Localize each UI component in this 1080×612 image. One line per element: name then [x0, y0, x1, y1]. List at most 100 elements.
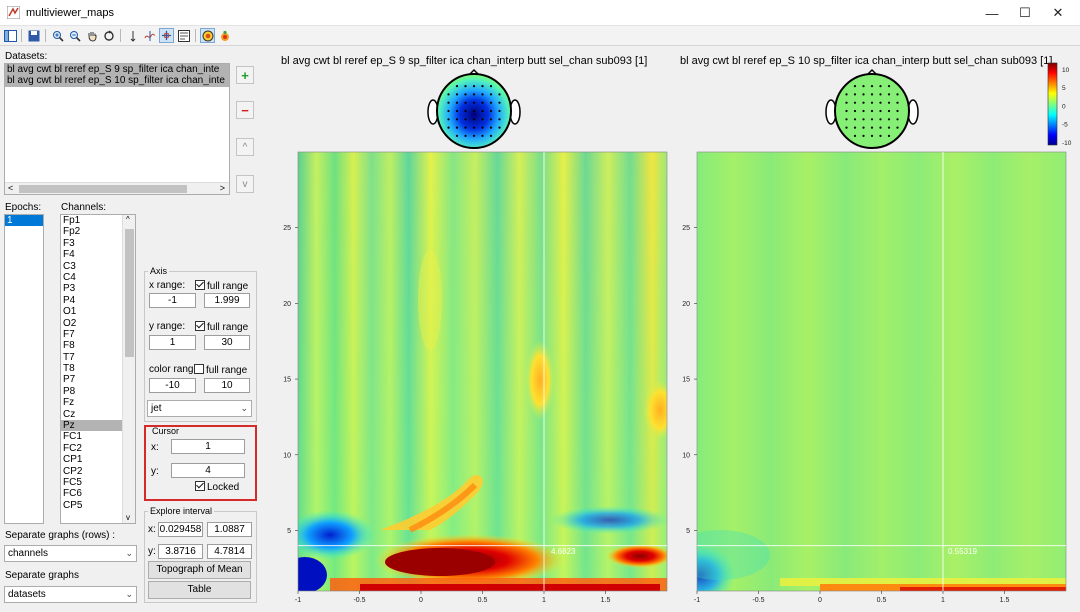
channel-item[interactable]: T8 — [61, 363, 122, 374]
rotate-icon[interactable] — [101, 28, 116, 43]
scroll-right-icon[interactable]: > — [220, 183, 225, 193]
data-cursor-icon[interactable] — [142, 28, 157, 43]
link-axes-icon[interactable] — [159, 28, 174, 43]
cursor-x-field[interactable]: 1 — [171, 439, 245, 454]
topograph-of-mean-button[interactable]: Topograph of Mean — [148, 561, 251, 579]
channel-item[interactable]: Fp2 — [61, 226, 122, 237]
save-icon[interactable] — [26, 28, 41, 43]
explore-y2-field[interactable]: 4.7814 — [207, 544, 252, 559]
x-tick-label: 1 — [542, 597, 546, 604]
y-tick-label: 25 — [682, 225, 690, 232]
color-max-field[interactable]: 10 — [204, 378, 250, 393]
color-min-field[interactable]: -10 — [149, 378, 196, 393]
x-min-field[interactable]: -1 — [149, 293, 196, 308]
zoom-out-icon[interactable] — [67, 28, 82, 43]
maximize-button[interactable]: ☐ — [1008, 0, 1042, 26]
chevron-down-icon[interactable]: ⌄ — [125, 546, 133, 561]
channel-item[interactable]: P7 — [61, 374, 122, 385]
electrode-dot — [879, 85, 882, 88]
remove-dataset-button[interactable]: − — [236, 101, 254, 119]
electrode-dot — [896, 93, 899, 96]
move-up-button[interactable]: ^ — [236, 138, 254, 156]
scroll-thumb[interactable] — [19, 185, 187, 193]
y-min-field[interactable]: 1 — [149, 335, 196, 350]
channel-item[interactable]: CP5 — [61, 500, 122, 511]
channel-item[interactable]: O1 — [61, 306, 122, 317]
channel-item[interactable]: FC6 — [61, 488, 122, 499]
electrode-dot — [447, 93, 450, 96]
add-dataset-button[interactable]: + — [236, 66, 254, 84]
legend-icon[interactable] — [176, 28, 191, 43]
channel-item[interactable]: P8 — [61, 386, 122, 397]
x-full-range-checkbox[interactable]: full range — [195, 280, 248, 292]
color-topo-icon[interactable] — [217, 28, 232, 43]
datasets-hscrollbar[interactable]: < > — [5, 182, 229, 194]
color-full-range-checkbox[interactable]: full range — [194, 364, 247, 376]
x-max-field[interactable]: 1.999 — [204, 293, 250, 308]
cursor-y-label: y: — [151, 466, 159, 477]
chevron-down-icon[interactable]: ⌄ — [125, 587, 133, 602]
y-full-range-checkbox[interactable]: full range — [195, 321, 248, 333]
chevron-down-icon[interactable]: ⌄ — [240, 401, 248, 416]
explore-x2-field[interactable]: 1.0887 — [207, 522, 252, 537]
channel-item[interactable]: F4 — [61, 249, 122, 260]
colormap-select[interactable]: jet ⌄ — [147, 400, 252, 417]
move-down-button[interactable]: v — [236, 175, 254, 193]
electrode-dot — [862, 134, 865, 137]
channel-item[interactable]: F8 — [61, 340, 122, 351]
cols-select[interactable]: datasets ⌄ — [4, 586, 137, 603]
channel-item[interactable]: Fz — [61, 397, 122, 408]
channel-item[interactable]: FC5 — [61, 477, 122, 488]
colorbar — [1047, 62, 1058, 146]
electrode-dot — [481, 134, 484, 137]
epoch-item[interactable]: 1 — [5, 215, 43, 227]
channel-item[interactable]: P3 — [61, 283, 122, 294]
scroll-down-icon[interactable]: v — [126, 513, 130, 522]
channel-item[interactable]: F7 — [61, 329, 122, 340]
cursor-y-field[interactable]: 4 — [171, 463, 245, 478]
close-button[interactable]: ✕ — [1041, 0, 1075, 26]
channel-item[interactable]: C4 — [61, 272, 122, 283]
zoom-in-icon[interactable] — [50, 28, 65, 43]
dataset-item[interactable]: bl avg cwt bl reref ep_S 9 sp_filter ica… — [5, 64, 229, 76]
table-button[interactable]: Table — [148, 581, 251, 599]
explore-x1-field[interactable]: 0.029458 — [158, 522, 203, 537]
epochs-list[interactable]: 1 — [4, 214, 44, 524]
electrode-dot — [447, 126, 450, 129]
channel-item[interactable]: F3 — [61, 238, 122, 249]
channel-item[interactable]: FC1 — [61, 431, 122, 442]
explore-y1-field[interactable]: 3.8716 — [158, 544, 203, 559]
channel-item[interactable]: O2 — [61, 318, 122, 329]
cursor-group-title: Cursor — [152, 426, 180, 436]
channel-item[interactable]: P4 — [61, 295, 122, 306]
channel-item[interactable]: FC2 — [61, 443, 122, 454]
channel-item[interactable]: Fp1 — [61, 215, 122, 226]
cursor-locked-checkbox[interactable]: Locked — [195, 481, 239, 493]
electrode-dot — [870, 109, 874, 113]
channel-item[interactable]: T7 — [61, 352, 122, 363]
channel-item[interactable]: CP2 — [61, 466, 122, 477]
electrode-dot — [887, 134, 891, 137]
cursor-arrow-icon[interactable] — [125, 28, 140, 43]
y-max-field[interactable]: 30 — [204, 335, 250, 350]
electrode-dot — [472, 101, 476, 104]
channel-item[interactable]: CP1 — [61, 454, 122, 465]
x-tick-label: 0.5 — [478, 597, 488, 604]
channels-list[interactable]: Fp1 Fp2 F3 F4 C3 C4 P3 P4 O1 O2 F7 F8 T7 T8 P7 P8 Fz Cz Pz… — [60, 214, 136, 524]
dataset-item[interactable]: bl avg cwt bl reref ep_S 10 sp_filter ic… — [5, 75, 229, 87]
panel-layout-icon[interactable] — [3, 28, 18, 43]
channel-item[interactable]: Cz — [61, 409, 122, 420]
topography-icon[interactable] — [200, 28, 215, 43]
datasets-list[interactable]: bl avg cwt bl reref ep_S 9 sp_filter ica… — [4, 63, 230, 195]
rows-select[interactable]: channels ⌄ — [4, 545, 137, 562]
scroll-left-icon[interactable]: < — [8, 183, 13, 193]
minimize-button[interactable]: — — [975, 0, 1009, 26]
scroll-up-icon[interactable]: ^ — [126, 215, 130, 224]
electrode-dot — [498, 118, 501, 121]
scroll-thumb[interactable] — [125, 229, 134, 357]
channel-item[interactable]: Pz — [61, 420, 122, 432]
channels-vscrollbar[interactable]: ^ v — [122, 215, 135, 523]
pan-hand-icon[interactable] — [84, 28, 99, 43]
channel-item[interactable]: C3 — [61, 261, 122, 272]
electrode-dot — [464, 109, 467, 113]
